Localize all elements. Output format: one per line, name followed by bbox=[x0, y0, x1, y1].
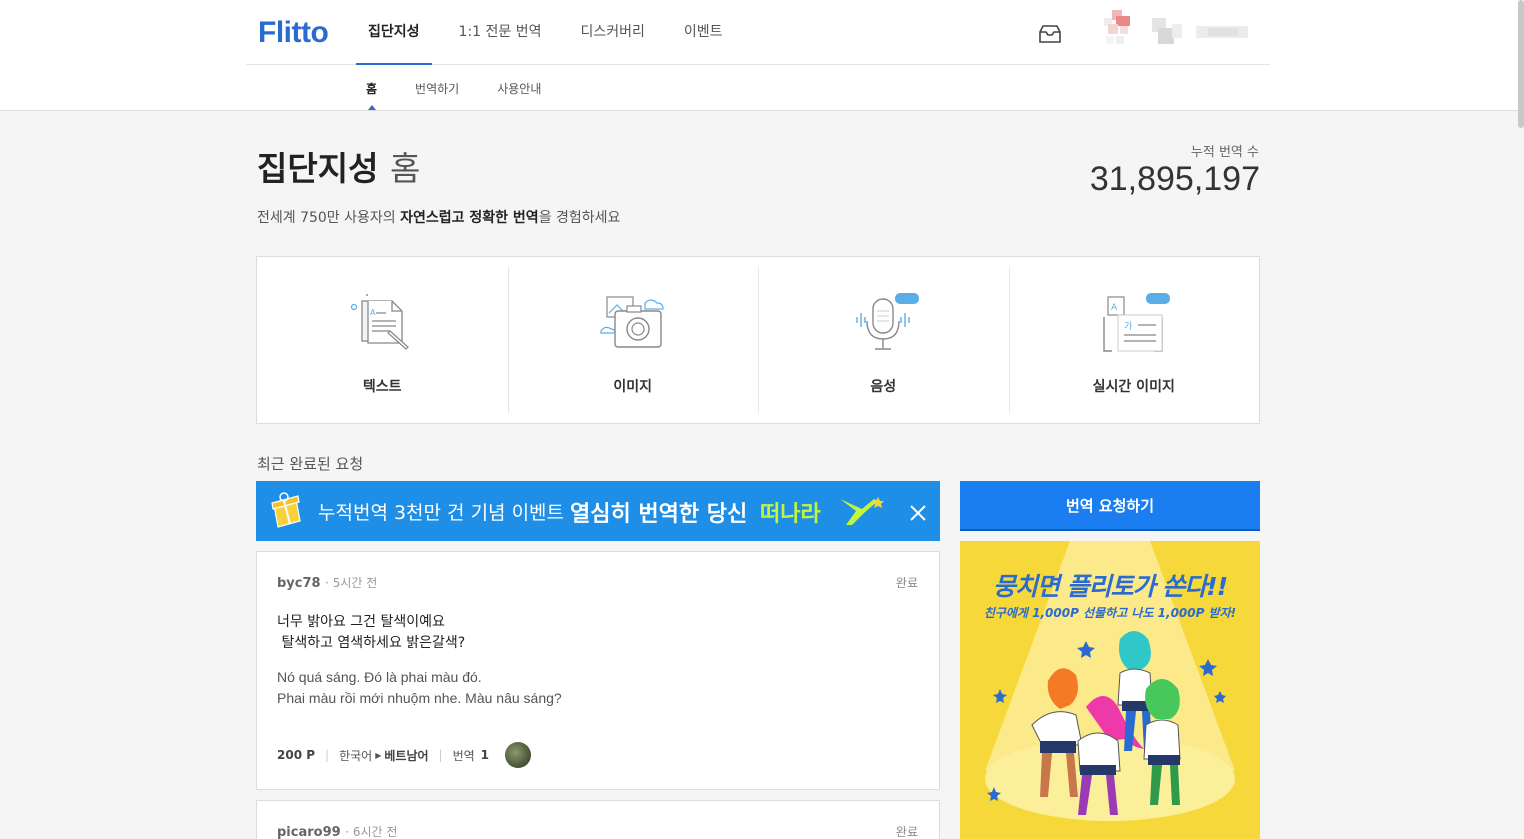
request-card[interactable]: byc78 · 5시간 전 완료 너무 밝아요 그건 탈색이예요 탈색하고 염색… bbox=[256, 551, 940, 790]
arrow-right-icon: ▶ bbox=[375, 750, 382, 760]
event-banner-bold: 열심히 번역한 당신 bbox=[570, 502, 748, 527]
request-translation-count: 1 bbox=[480, 748, 490, 762]
translator-avatar[interactable] bbox=[505, 742, 532, 768]
inbox-icon[interactable] bbox=[1038, 24, 1062, 44]
service-realtime-image-label: 실시간 이미지 bbox=[1092, 379, 1175, 395]
service-panel: A 텍스트 이미지 음성 A 가 실시간 이미지 bbox=[256, 256, 1260, 424]
request-translation-text: Nó quá sáng. Đó là phai màu đó. Phai màu… bbox=[277, 669, 562, 706]
tagline: 전세계 750만 사용자의 자연스럽고 정확한 번역을 경험하세요 bbox=[257, 207, 620, 227]
promo-subtitle: 친구에게 1,000P 선물하고 나도 1,000P 받자! bbox=[983, 606, 1237, 620]
meta-separator: | bbox=[438, 748, 443, 762]
service-image[interactable]: 이미지 bbox=[507, 257, 759, 423]
request-username[interactable]: picaro99 bbox=[277, 825, 341, 839]
top-header: Flitto 집단지성 1:1 전문 번역 디스커버리 이벤트 홈 번역하기 사… bbox=[0, 0, 1524, 111]
service-voice-label: 음성 bbox=[870, 379, 897, 395]
service-voice[interactable]: 음성 bbox=[758, 257, 1009, 423]
service-text-label: 텍스트 bbox=[362, 379, 402, 395]
camera-icon bbox=[600, 296, 664, 348]
svg-text:A: A bbox=[1111, 303, 1118, 313]
event-banner-accent: 떠나라 bbox=[760, 502, 821, 527]
service-image-label: 이미지 bbox=[613, 379, 653, 395]
promo-banner[interactable]: 뭉치면 플리토가 쏜다!! 친구에게 1,000P 선물하고 나도 1,000P… bbox=[960, 541, 1260, 839]
event-banner[interactable]: 누적번역 3천만 건 기념 이벤트 열심히 번역한 당신 떠나라 bbox=[256, 481, 940, 541]
nav-discovery[interactable]: 디스커버리 bbox=[568, 0, 656, 65]
tagline-post: 을 경험하세요 bbox=[538, 210, 621, 226]
gift-icon bbox=[271, 492, 301, 528]
scrollbar-thumb[interactable] bbox=[1518, 0, 1524, 128]
request-card[interactable]: picaro99 · 6시간 전 완료 bbox=[256, 800, 940, 839]
tagline-pre: 전세계 750만 사용자의 bbox=[257, 210, 401, 226]
page-title-sub: 홈 bbox=[389, 149, 421, 188]
main-nav-bar: Flitto 집단지성 1:1 전문 번역 디스커버리 이벤트 bbox=[246, 0, 1270, 65]
status-badge: 완료 bbox=[895, 576, 918, 590]
status-badge: 완료 bbox=[895, 825, 918, 839]
nav-pro-translation[interactable]: 1:1 전문 번역 bbox=[447, 0, 554, 65]
text-document-icon: A bbox=[351, 294, 410, 350]
sub-nav: 홈 번역하기 사용안내 bbox=[354, 66, 567, 110]
page-title: 집단지성 홈 bbox=[257, 142, 420, 190]
request-points: 200 P bbox=[277, 748, 316, 762]
service-realtime-image[interactable]: A 가 실시간 이미지 bbox=[1008, 257, 1260, 423]
event-banner-text: 누적번역 3천만 건 기념 이벤트 bbox=[318, 502, 565, 524]
page-title-main: 집단지성 bbox=[257, 149, 379, 188]
subnav-guide[interactable]: 사용안내 bbox=[485, 66, 553, 110]
subnav-home[interactable]: 홈 bbox=[354, 66, 389, 110]
user-menu[interactable] bbox=[1152, 14, 1252, 48]
request-time: · 5시간 전 bbox=[325, 576, 378, 590]
nav-collective-intelligence[interactable]: 집단지성 bbox=[356, 0, 432, 65]
microphone-icon bbox=[856, 293, 920, 350]
translation-count-label: 누적 번역 수 bbox=[1190, 145, 1259, 160]
request-user: byc78 · 5시간 전 bbox=[277, 574, 377, 591]
close-icon[interactable] bbox=[908, 503, 928, 523]
subnav-translate[interactable]: 번역하기 bbox=[403, 66, 471, 110]
request-username[interactable]: byc78 bbox=[277, 576, 321, 591]
request-from-lang: 한국어 bbox=[339, 748, 373, 763]
request-user: picaro99 · 6시간 전 bbox=[277, 823, 397, 839]
request-meta: 200 P | 한국어 ▶ 베트남어 | 번역 1 bbox=[277, 742, 532, 768]
airplane-icon bbox=[840, 497, 884, 525]
request-time: · 6시간 전 bbox=[345, 825, 398, 839]
avatar[interactable] bbox=[1098, 6, 1138, 50]
tagline-bold: 자연스럽고 정확한 번역 bbox=[400, 210, 539, 226]
svg-text:A: A bbox=[370, 308, 376, 317]
request-translation-button[interactable]: 번역 요청하기 bbox=[960, 481, 1260, 531]
nav-event[interactable]: 이벤트 bbox=[672, 0, 735, 65]
recent-section-title: 최근 완료된 요청 bbox=[257, 455, 364, 473]
service-text[interactable]: A 텍스트 bbox=[257, 257, 508, 423]
flitto-logo[interactable]: Flitto bbox=[258, 16, 329, 50]
promo-title: 뭉치면 플리토가 쏜다!! bbox=[992, 572, 1228, 601]
request-translation-label: 번역 bbox=[452, 748, 475, 763]
translation-count-value: 31,895,197 bbox=[1089, 160, 1260, 198]
realtime-image-icon: A 가 bbox=[1103, 293, 1170, 352]
svg-text:가: 가 bbox=[1124, 321, 1132, 332]
global-nav: 집단지성 1:1 전문 번역 디스커버리 이벤트 bbox=[356, 0, 750, 65]
meta-separator: | bbox=[325, 748, 330, 762]
request-source-text: 너무 밝아요 그건 탈색이예요 탈색하고 염색하세요 밝은갈색? bbox=[277, 614, 466, 651]
request-to-lang: 베트남어 bbox=[384, 748, 429, 763]
